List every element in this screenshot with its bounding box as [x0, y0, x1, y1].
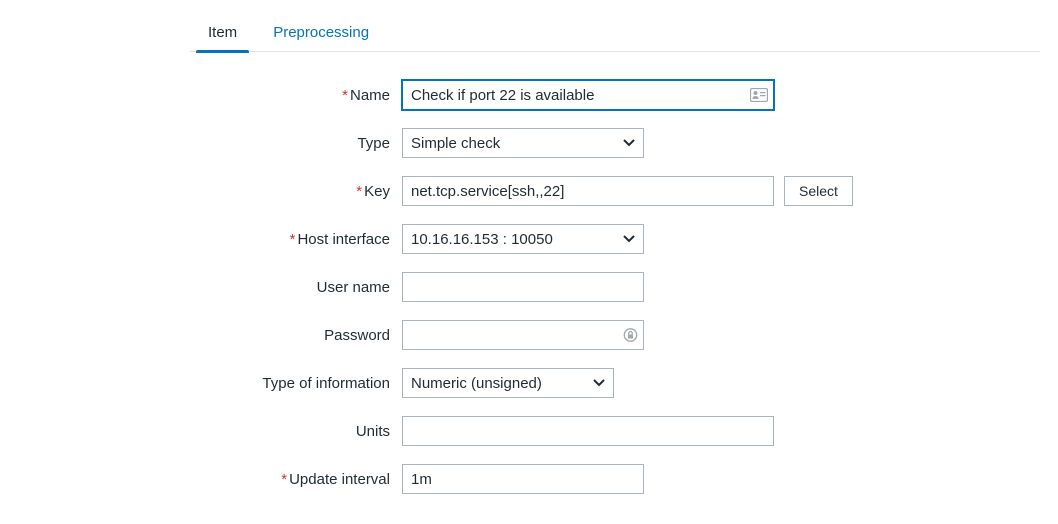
tab-item[interactable]: Item [190, 18, 255, 51]
label-name: *Name [18, 87, 390, 104]
label-key: *Key [18, 183, 390, 200]
update-interval-input[interactable] [402, 464, 644, 494]
required-marker: * [356, 183, 362, 200]
type-of-info-select[interactable]: Numeric (unsigned) [402, 368, 614, 398]
row-units: Units [18, 416, 1040, 446]
key-input[interactable] [402, 176, 774, 206]
label-type: Type [18, 135, 390, 152]
row-update-interval: *Update interval [18, 464, 1040, 494]
row-host-interface: *Host interface 10.16.16.153 : 10050 [18, 224, 1040, 254]
page: Item Preprocessing *Name Type [0, 0, 1058, 524]
label-update-interval: *Update interval [18, 471, 390, 488]
label-host-interface: *Host interface [18, 231, 390, 248]
row-type: Type Simple check [18, 128, 1040, 158]
row-name: *Name [18, 80, 1040, 110]
form: *Name Type Simple check [0, 80, 1058, 494]
type-select-value: Simple check [403, 135, 530, 152]
select-button[interactable]: Select [784, 176, 853, 206]
type-of-info-value: Numeric (unsigned) [403, 375, 572, 392]
chevron-down-icon [593, 379, 605, 387]
row-user-name: User name [18, 272, 1040, 302]
required-marker: * [281, 471, 287, 488]
host-interface-value: 10.16.16.153 : 10050 [403, 231, 583, 248]
name-input[interactable] [402, 80, 774, 110]
label-user-name: User name [18, 279, 390, 296]
select-button-label: Select [799, 183, 838, 199]
label-units: Units [18, 423, 390, 440]
required-marker: * [290, 231, 296, 248]
chevron-down-icon [623, 235, 635, 243]
tab-preprocessing[interactable]: Preprocessing [255, 18, 387, 51]
row-password: Password [18, 320, 1040, 350]
row-key: *Key Select [18, 176, 1040, 206]
label-password: Password [18, 327, 390, 344]
id-card-icon [750, 88, 768, 102]
password-lock-icon [623, 328, 638, 343]
user-name-input[interactable] [402, 272, 644, 302]
label-type-of-info: Type of information [18, 375, 390, 392]
type-select[interactable]: Simple check [402, 128, 644, 158]
tabs: Item Preprocessing [190, 18, 1040, 52]
password-input[interactable] [402, 320, 644, 350]
required-marker: * [342, 87, 348, 104]
row-type-of-info: Type of information Numeric (unsigned) [18, 368, 1040, 398]
units-input[interactable] [402, 416, 774, 446]
tab-item-label: Item [208, 24, 237, 41]
chevron-down-icon [623, 139, 635, 147]
tab-preprocessing-label: Preprocessing [273, 24, 369, 41]
host-interface-select[interactable]: 10.16.16.153 : 10050 [402, 224, 644, 254]
